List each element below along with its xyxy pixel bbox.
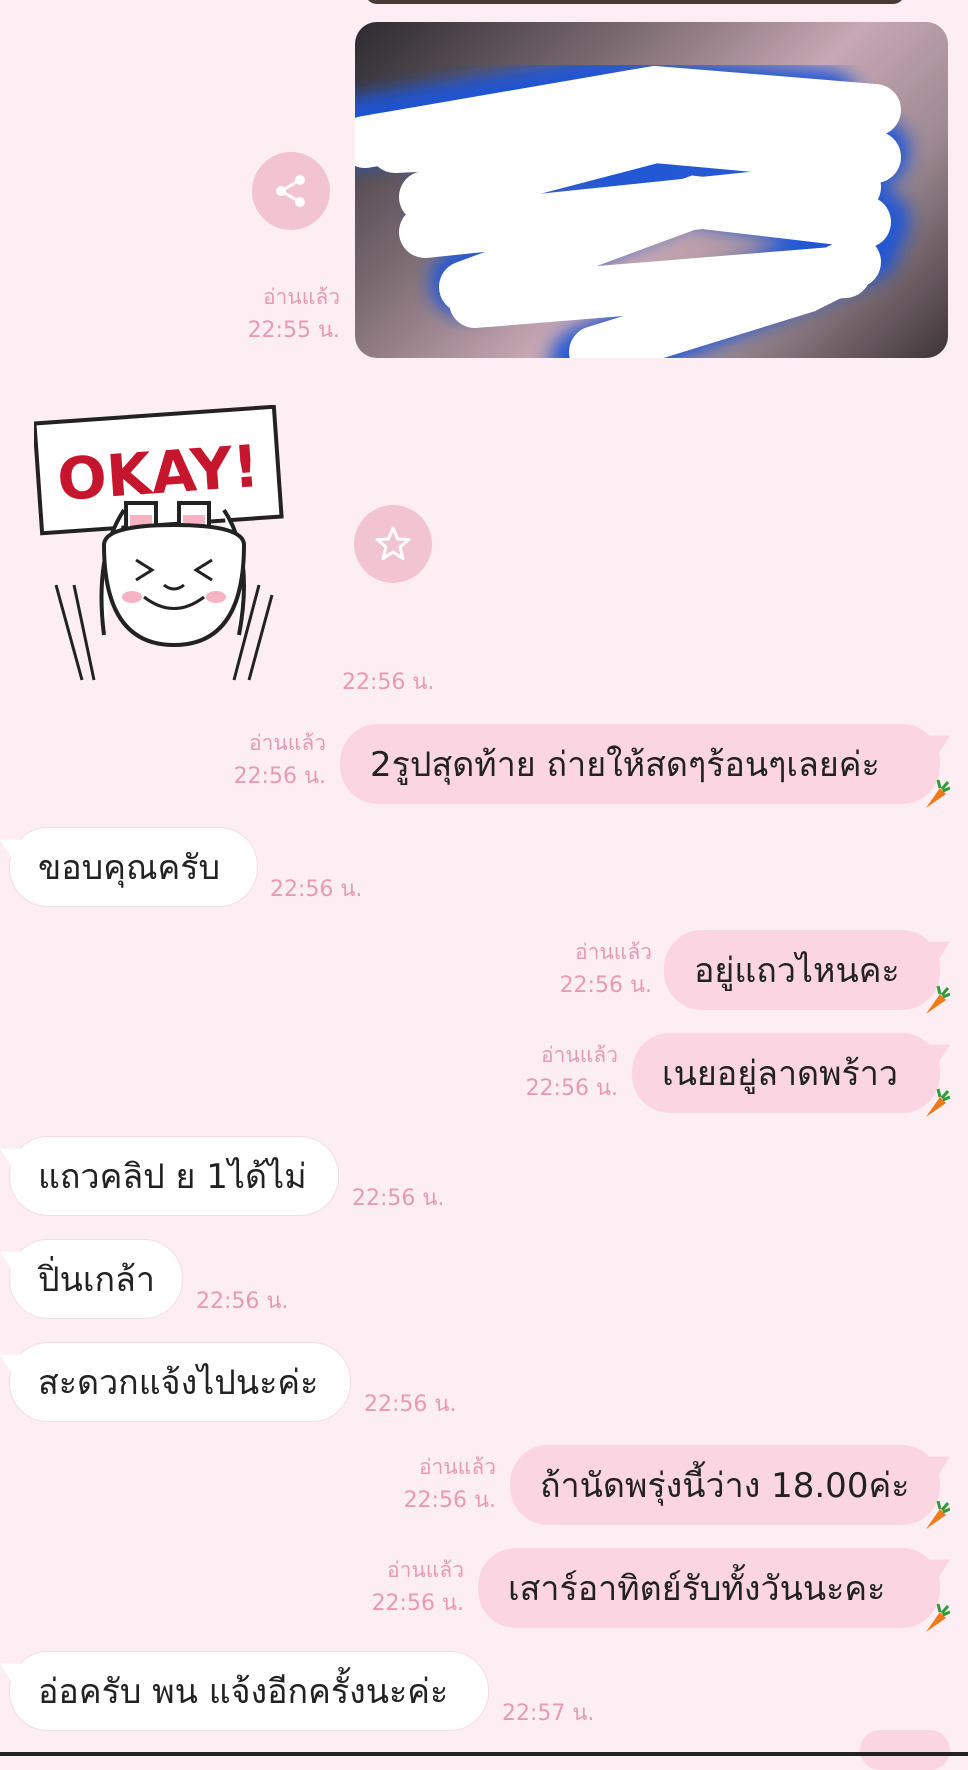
share-icon [276,175,305,207]
bubble-tail [0,1654,25,1686]
bubble-tail [0,1242,25,1274]
outgoing-message[interactable]: เนยอยู่ลาดพร้าว [632,1033,957,1117]
outgoing-message[interactable]: อยู่แถวไหนคะ [664,930,957,1014]
bubble-tail [0,830,25,862]
timestamp: 22:56 น. [364,1392,457,1417]
bubble-tail [0,1345,25,1377]
message-meta: อ่านแล้ว 22:56 น. [234,726,326,794]
timestamp: 22:56 น. [525,1076,618,1101]
incoming-message[interactable]: ปิ่นเกล้า [0,1240,182,1318]
timestamp: 22:57 น. [502,1701,595,1726]
outgoing-message[interactable]: ถ้านัดพรุ่งนี้ว่าง 18.00ค่ะ [510,1445,957,1529]
bubble-tail [925,1550,957,1582]
timestamp: 22:56 น. [270,877,363,902]
carrot-icon [926,779,950,808]
message-text: แถวคลิป ย 1ได้ไม่ [38,1157,307,1197]
bubble-tail [0,1139,25,1171]
timestamp: 22:56 น. [196,1289,289,1314]
bubble-tail [925,932,957,964]
carrot-icon [926,985,950,1014]
timestamp: 22:55 น. [247,318,340,343]
message-text: อ่อครับ พน แจ้งอีกครั้งนะค่ะ [38,1672,449,1712]
read-receipt: อ่านแล้ว [419,1455,496,1479]
message-text: อยู่แถวไหนคะ [694,951,900,991]
message-text: เนยอยู่ลาดพร้าว [662,1054,898,1094]
timestamp: 22:56 น. [233,764,326,789]
message-meta: อ่านแล้ว 22:56 น. [526,1038,618,1106]
read-receipt: อ่านแล้ว [249,731,326,755]
message-text: ขอบคุณครับ [38,848,221,888]
censor-scribble [355,56,910,358]
bubble-tail [925,1035,957,1067]
carrot-icon [926,1603,950,1632]
carrot-icon [926,1500,950,1529]
bubble-tail [925,1447,957,1479]
previous-photo-edge [365,0,905,4]
rabbit-sticker-icon: OKAY! [32,404,284,681]
message-text: 2รูปสุดท้าย ถ่ายให้สดๆร้อนๆเลยค่ะ [370,745,880,785]
outgoing-message[interactable]: เสาร์อาทิตย์รับทั้งวันนะคะ [478,1548,957,1632]
incoming-message[interactable]: แถวคลิป ย 1ได้ไม่ [0,1137,338,1215]
message-meta: อ่านแล้ว 22:56 น. [404,1450,496,1518]
bubble-tail [925,726,957,758]
message-text: เสาร์อาทิตย์รับทั้งวันนะคะ [508,1569,886,1609]
incoming-message[interactable]: ขอบคุณครับ [0,828,257,906]
photo-meta: อ่านแล้ว 22:55 น. [248,280,340,348]
incoming-message[interactable]: สะดวกแจ้งไปนะค่ะ [0,1343,350,1421]
sticker-okay-rabbit[interactable]: OKAY! [32,404,284,685]
message-meta: อ่านแล้ว 22:56 น. [560,935,652,1003]
read-receipt: อ่านแล้ว [541,1043,618,1067]
sticker-text: OKAY! [55,432,261,514]
incoming-message[interactable]: อ่อครับ พน แจ้งอีกครั้งนะค่ะ [0,1652,488,1730]
read-receipt: อ่านแล้ว [387,1558,464,1582]
message-text: ปิ่นเกล้า [38,1260,155,1300]
message-text: ถ้านัดพรุ่งนี้ว่าง 18.00ค่ะ [540,1466,910,1506]
share-button[interactable] [252,152,330,230]
star-icon [375,526,411,560]
timestamp: 22:56 น. [352,1186,445,1211]
read-receipt: อ่านแล้ว [575,940,652,964]
message-text: สะดวกแจ้งไปนะค่ะ [38,1363,319,1403]
sticker-timestamp: 22:56 น. [342,670,435,695]
timestamp: 22:56 น. [559,973,652,998]
next-message-edge [860,1730,950,1770]
read-receipt: อ่านแล้ว [263,285,340,309]
bottom-bar-edge [0,1752,968,1756]
favorite-sticker-button[interactable] [354,505,432,583]
timestamp: 22:56 น. [403,1488,496,1513]
outgoing-message[interactable]: 2รูปสุดท้าย ถ่ายให้สดๆร้อนๆเลยค่ะ [340,724,957,808]
carrot-icon [926,1088,950,1117]
message-meta: อ่านแล้ว 22:56 น. [372,1553,464,1621]
timestamp: 22:56 น. [371,1591,464,1616]
photo-message[interactable] [355,22,948,358]
